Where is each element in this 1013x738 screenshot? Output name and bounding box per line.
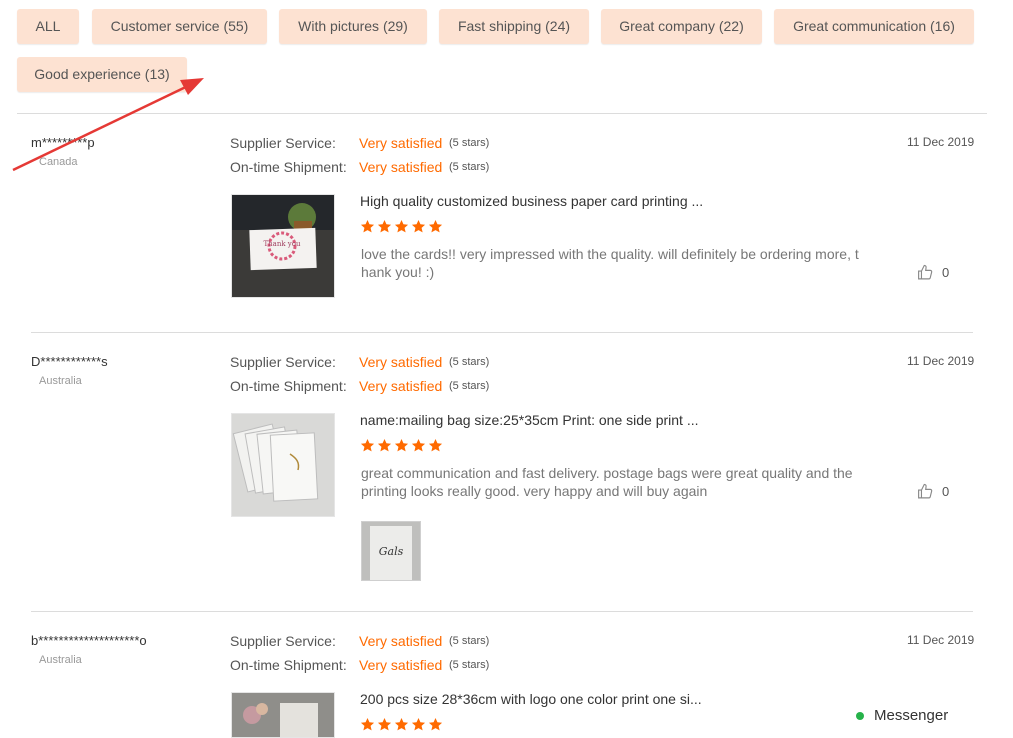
like-button[interactable]: 0 [916, 264, 949, 281]
star-icon [377, 438, 392, 452]
product-title[interactable]: High quality customized business paper c… [360, 193, 703, 209]
product-thumbnail-image [232, 693, 334, 737]
reviewer-name: b********************o [31, 633, 147, 648]
ontime-shipment-label: On-time Shipment: [230, 378, 347, 394]
star-icon [394, 717, 409, 731]
filter-chip-with-pictures[interactable]: With pictures (29) [279, 9, 427, 44]
star-icon [411, 717, 426, 731]
star-icon [360, 438, 375, 452]
star-icon [428, 219, 443, 233]
reviewer-country: Australia [39, 375, 82, 387]
divider [31, 611, 973, 612]
product-thumbnail[interactable] [231, 413, 335, 517]
supplier-service-stars: (5 stars) [449, 356, 490, 368]
like-count: 0 [942, 484, 950, 499]
review-photo[interactable]: Gals [361, 521, 421, 581]
divider [17, 113, 987, 114]
product-title[interactable]: 200 pcs size 28*36cm with logo one color… [360, 691, 702, 707]
product-thumbnail-image [232, 414, 334, 516]
thumbs-up-icon [918, 264, 933, 280]
ontime-shipment-rating: Very satisfied [359, 378, 443, 394]
ontime-shipment-rating: Very satisfied [359, 159, 443, 175]
product-title[interactable]: name:mailing bag size:25*35cm Print: one… [360, 412, 699, 428]
star-icon [360, 219, 375, 233]
star-icon [428, 717, 443, 731]
star-icon [360, 717, 375, 731]
messenger-label: Messenger [874, 707, 949, 724]
online-status-icon [856, 711, 864, 720]
star-icon [411, 219, 426, 233]
reviewer-country: Canada [39, 156, 78, 168]
supplier-service-stars: (5 stars) [449, 137, 490, 149]
messenger-widget[interactable]: Messenger [856, 707, 948, 724]
filter-chip-great-communication[interactable]: Great communication (16) [774, 9, 974, 44]
reviewer-name: D************s [31, 354, 108, 369]
filter-chip-good-experience[interactable]: Good experience (13) [17, 57, 187, 92]
product-thumbnail[interactable]: Thank you [231, 194, 335, 298]
review-date: 11 Dec 2019 [907, 135, 975, 149]
product-thumbnail[interactable] [231, 692, 335, 738]
ontime-shipment-label: On-time Shipment: [230, 159, 347, 175]
reviewer-country: Australia [39, 654, 82, 666]
like-button[interactable]: 0 [916, 483, 949, 500]
supplier-service-rating: Very satisfied [359, 633, 443, 649]
review-photo-text: Gals [379, 545, 404, 558]
ontime-shipment-stars: (5 stars) [449, 380, 490, 392]
star-icon [394, 438, 409, 452]
divider [31, 332, 973, 333]
review-stars [360, 219, 443, 234]
review-date: 11 Dec 2019 [907, 354, 975, 368]
thumbs-up-icon [918, 483, 933, 499]
like-count: 0 [942, 265, 950, 280]
thumbnail-text: Thank you [263, 240, 300, 248]
filter-chip-customer-service[interactable]: Customer service (55) [92, 9, 267, 44]
supplier-service-rating: Very satisfied [359, 135, 443, 151]
star-icon [377, 717, 392, 731]
review-date: 11 Dec 2019 [907, 633, 975, 647]
ontime-shipment-label: On-time Shipment: [230, 657, 347, 673]
ontime-shipment-rating: Very satisfied [359, 657, 443, 673]
supplier-service-label: Supplier Service: [230, 354, 336, 370]
supplier-service-label: Supplier Service: [230, 633, 336, 649]
filter-chip-all[interactable]: ALL [17, 9, 79, 44]
review-text: great communication and fast delivery. p… [361, 465, 853, 499]
review-stars [360, 438, 443, 453]
review-stars [360, 717, 443, 732]
filter-chip-fast-shipping[interactable]: Fast shipping (24) [439, 9, 589, 44]
ontime-shipment-stars: (5 stars) [449, 161, 490, 173]
supplier-service-rating: Very satisfied [359, 354, 443, 370]
filter-chip-great-company[interactable]: Great company (22) [601, 9, 762, 44]
star-icon [428, 438, 443, 452]
annotation-arrow-icon [12, 78, 204, 172]
review-text: love the cards!! very impressed with the… [361, 246, 859, 280]
supplier-service-label: Supplier Service: [230, 135, 336, 151]
star-icon [377, 219, 392, 233]
supplier-service-stars: (5 stars) [449, 635, 490, 647]
star-icon [394, 219, 409, 233]
ontime-shipment-stars: (5 stars) [449, 659, 490, 671]
review-photo-image: Gals [362, 522, 420, 580]
star-icon [411, 438, 426, 452]
reviewer-name: m*********p [31, 135, 95, 150]
product-thumbnail-image: Thank you [232, 195, 334, 297]
